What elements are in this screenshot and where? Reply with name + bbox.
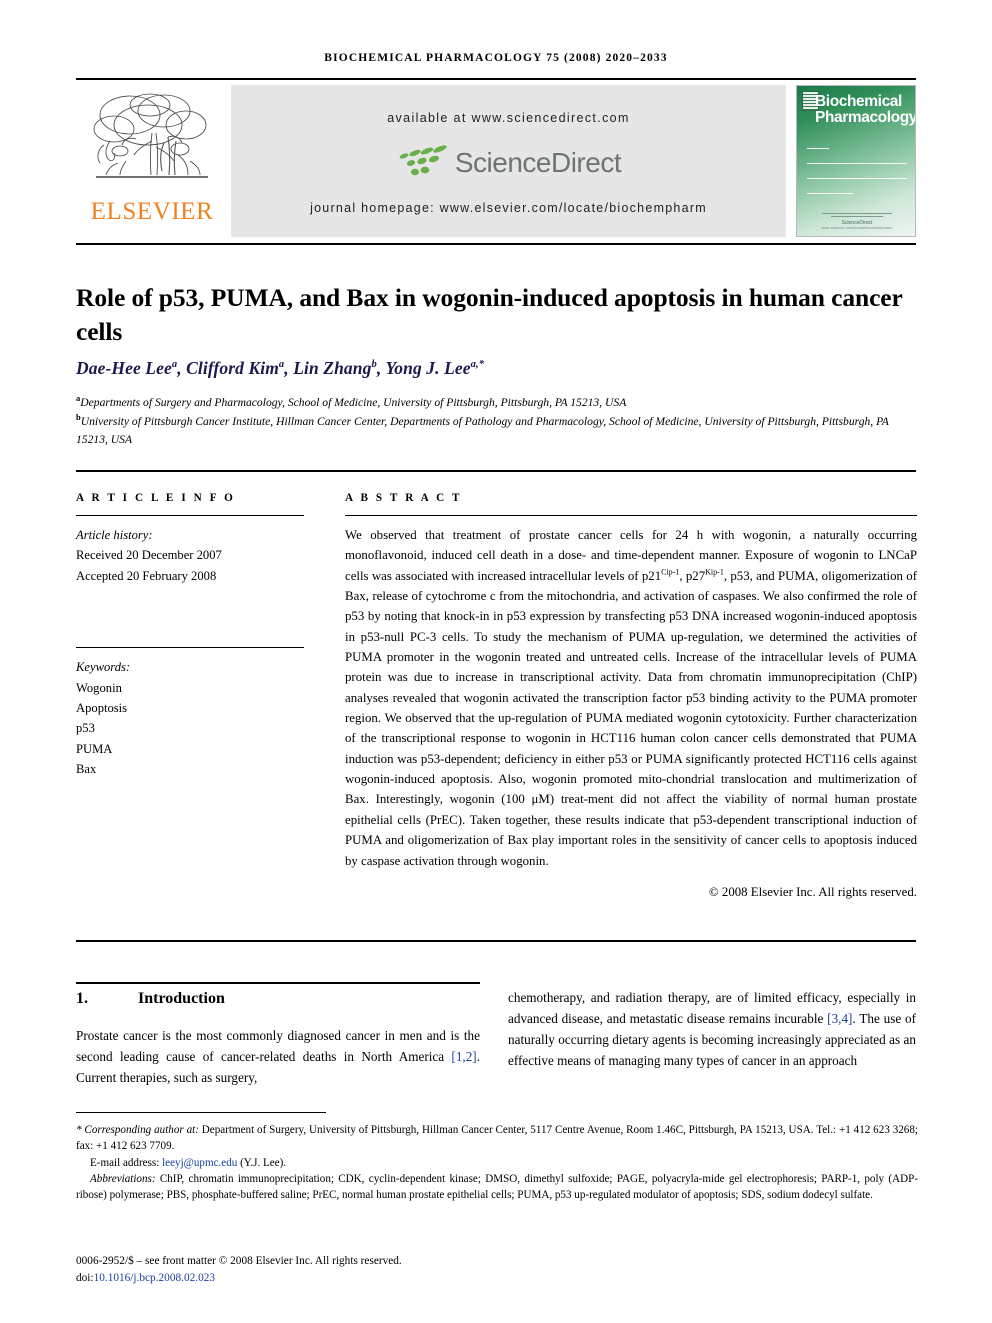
affiliation-b-text: University of Pittsburgh Cancer Institut… xyxy=(76,415,889,446)
journal-homepage-text[interactable]: journal homepage: www.elsevier.com/locat… xyxy=(310,201,707,215)
keyword-item: Apoptosis xyxy=(76,700,128,715)
abstract-copyright: © 2008 Elsevier Inc. All rights reserved… xyxy=(708,884,917,899)
keywords-divider xyxy=(76,647,304,649)
journal-cover-thumbnail[interactable]: Biochemical Pharmacology ScienceDirect w… xyxy=(796,85,916,237)
info-section-top-rule xyxy=(76,470,916,472)
keyword-item: PUMA xyxy=(76,741,113,756)
abstract-text: We observed that treatment of prostate c… xyxy=(345,528,917,868)
affiliation-a: aDepartments of Surgery and Pharmacology… xyxy=(76,392,896,411)
cover-ruled-lines xyxy=(807,148,907,208)
introduction-number: 1. xyxy=(76,990,88,1007)
abstract-divider xyxy=(345,515,917,516)
cover-footer-url: www.elsevier.com/locate/biochempharm xyxy=(821,226,893,230)
keyword-item: Bax xyxy=(76,762,97,777)
available-at-text: available at www.sciencedirect.com xyxy=(387,111,630,125)
author-list: Dae-Hee Leea, Clifford Kima, Lin Zhangb,… xyxy=(76,358,485,378)
keyword-item: Wogonin xyxy=(76,680,122,695)
introduction-column-left: Prostate cancer is the most commonly dia… xyxy=(76,1028,480,1085)
footnote-tail: 0006-2952/$ – see front matter © 2008 El… xyxy=(76,1253,918,1287)
front-matter-line: 0006-2952/$ – see front matter © 2008 El… xyxy=(76,1255,402,1267)
introduction-title: Introduction xyxy=(138,990,225,1007)
sciencedirect-wordmark: ScienceDirect xyxy=(454,147,622,178)
footnote-block: * Corresponding author at: Department of… xyxy=(76,1122,918,1203)
keywords-label: Keywords: xyxy=(76,660,131,675)
info-section-bottom-rule xyxy=(76,940,916,942)
abstract-label: A B S T R A C T xyxy=(345,492,463,504)
elsevier-logo[interactable]: ELSEVIER xyxy=(76,85,228,237)
cover-title-line1: Biochemical xyxy=(815,93,902,110)
keyword-item: p53 xyxy=(76,721,95,736)
sciencedirect-band: available at www.sciencedirect.com Scien… xyxy=(231,85,786,237)
masthead: ELSEVIER available at www.sciencedirect.… xyxy=(76,85,916,237)
article-history-accepted: Accepted 20 February 2008 xyxy=(76,568,217,583)
footnote-email[interactable]: E-mail address: leeyj@upmc.edu (Y.J. Lee… xyxy=(76,1155,918,1171)
sciencedirect-logo[interactable]: ScienceDirect xyxy=(396,142,622,185)
cover-footer-lines xyxy=(809,212,905,217)
article-info-column: A R T I C L E I N F O Article history: R… xyxy=(76,492,304,780)
masthead-bottom-rule xyxy=(76,243,916,245)
article-history-label: Article history: xyxy=(76,528,153,542)
introduction-rule xyxy=(76,982,480,984)
article-history-received: Received 20 December 2007 xyxy=(76,548,222,563)
elsevier-tree-icon xyxy=(90,89,214,198)
cover-title-line2: Pharmacology xyxy=(815,109,916,127)
keywords-block: Keywords: Wogonin Apoptosis p53 PUMA Bax xyxy=(76,647,304,779)
article-info-label: A R T I C L E I N F O xyxy=(76,492,236,504)
introduction-column-right: chemotherapy, and radiation therapy, are… xyxy=(508,990,916,1068)
affiliation-a-text: Departments of Surgery and Pharmacology,… xyxy=(80,395,627,409)
doi-value[interactable]: 10.1016/j.bcp.2008.02.023 xyxy=(94,1272,215,1284)
footnote-abbreviations: Abbreviations: ChIP, chromatin immunopre… xyxy=(76,1172,918,1202)
article-first-page: BIOCHEMICAL PHARMACOLOGY 75 (2008) 2020–… xyxy=(0,0,992,1323)
abstract-column: A B S T R A C T We observed that treatme… xyxy=(345,492,917,900)
header-rule xyxy=(76,78,916,80)
affiliations: aDepartments of Surgery and Pharmacology… xyxy=(76,392,896,449)
introduction-heading: 1. Introduction xyxy=(76,990,225,1008)
article-info-divider xyxy=(76,515,304,516)
sciencedirect-swoosh-icon xyxy=(396,142,452,185)
running-head: BIOCHEMICAL PHARMACOLOGY 75 (2008) 2020–… xyxy=(324,52,668,64)
cover-journal-title: Biochemical Pharmacology xyxy=(815,93,916,127)
affiliation-b: bUniversity of Pittsburgh Cancer Institu… xyxy=(76,411,896,448)
footnote-corresponding-author: * Corresponding author at: Department of… xyxy=(76,1124,918,1153)
page-title: Role of p53, PUMA, and Bax in wogonin-in… xyxy=(76,283,903,346)
footnote-rule xyxy=(76,1112,326,1113)
doi-label: doi: xyxy=(76,1271,94,1284)
doi-line[interactable]: doi:10.1016/j.bcp.2008.02.023 xyxy=(76,1270,918,1287)
cover-footer: ScienceDirect www.elsevier.com/locate/bi… xyxy=(809,212,905,230)
elsevier-wordmark: ELSEVIER xyxy=(90,198,214,225)
